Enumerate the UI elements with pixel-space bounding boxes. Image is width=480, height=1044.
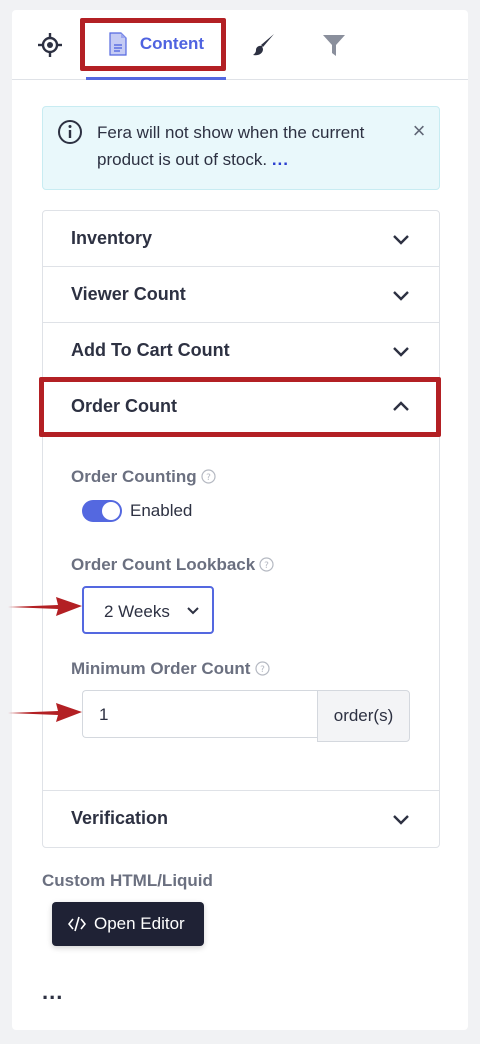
target-icon: [38, 33, 62, 57]
section-title: Add To Cart Count: [71, 340, 230, 360]
filter-icon: [323, 35, 345, 56]
arrow-icon: [8, 597, 82, 616]
chevron-down-icon: [393, 815, 409, 825]
order-counting-label: Order Counting: [71, 467, 197, 486]
tab-content-label: Content: [139, 33, 205, 53]
brush-icon: [253, 34, 274, 56]
section-inventory[interactable]: Inventory: [43, 211, 439, 267]
svg-text:?: ?: [260, 665, 265, 675]
lookback-select[interactable]: 2 Weeks: [82, 586, 214, 634]
document-icon: [109, 31, 127, 56]
info-icon: [58, 120, 82, 144]
tab-targeting[interactable]: [30, 10, 70, 80]
tab-bar: Content: [12, 10, 468, 80]
toggle-knob: [102, 502, 120, 520]
toggle-label: Enabled: [130, 501, 193, 520]
section-verification[interactable]: Verification: [43, 791, 439, 847]
open-editor-label: Open Editor: [94, 914, 185, 933]
more-options-button[interactable]: ...: [42, 981, 63, 1003]
custom-html-label: Custom HTML/Liquid: [42, 871, 213, 890]
arrow-icon: [8, 703, 82, 722]
open-editor-button[interactable]: Open Editor: [52, 902, 204, 946]
section-title: Order Count: [71, 396, 177, 416]
svg-text:?: ?: [206, 473, 211, 483]
minimum-label: Minimum Order Count: [71, 659, 251, 678]
help-icon[interactable]: ?: [255, 661, 270, 676]
code-icon: [68, 916, 86, 932]
tab-content[interactable]: Content: [86, 10, 226, 80]
help-icon[interactable]: ?: [201, 469, 216, 484]
divider: [43, 790, 439, 791]
order-unit-addon: order(s): [317, 690, 410, 742]
section-title: Verification: [71, 808, 169, 828]
settings-accordion: Inventory Viewer Count Add To Cart Count…: [42, 210, 440, 848]
close-icon[interactable]: ×: [409, 120, 429, 142]
notice-text-block: Fera will not show when the current prod…: [97, 119, 397, 173]
chevron-down-icon: [393, 235, 409, 245]
notice-text: Fera will not show when the current prod…: [97, 123, 365, 169]
section-order-count[interactable]: Order Count: [43, 379, 439, 435]
minimum-order-input[interactable]: 1: [82, 690, 318, 738]
chevron-down-icon: [393, 291, 409, 301]
out-of-stock-notice: Fera will not show when the current prod…: [42, 106, 440, 190]
svg-text:?: ?: [264, 561, 269, 571]
tab-design[interactable]: [244, 10, 284, 80]
notice-more-link[interactable]: ...: [272, 150, 289, 169]
chevron-down-icon: [393, 347, 409, 357]
help-icon[interactable]: ?: [259, 557, 274, 572]
lookback-label: Order Count Lookback: [71, 555, 256, 574]
chevron-up-icon: [393, 401, 409, 411]
section-title: Viewer Count: [71, 284, 186, 304]
chevron-down-icon: [187, 607, 199, 615]
section-title: Inventory: [71, 228, 153, 248]
lookback-value: 2 Weeks: [104, 602, 170, 621]
section-viewer-count[interactable]: Viewer Count: [43, 267, 439, 323]
order-counting-toggle[interactable]: [82, 500, 122, 522]
tab-filters[interactable]: [314, 10, 354, 80]
section-add-to-cart-count[interactable]: Add To Cart Count: [43, 323, 439, 379]
minimum-order-value: 1: [99, 705, 109, 724]
